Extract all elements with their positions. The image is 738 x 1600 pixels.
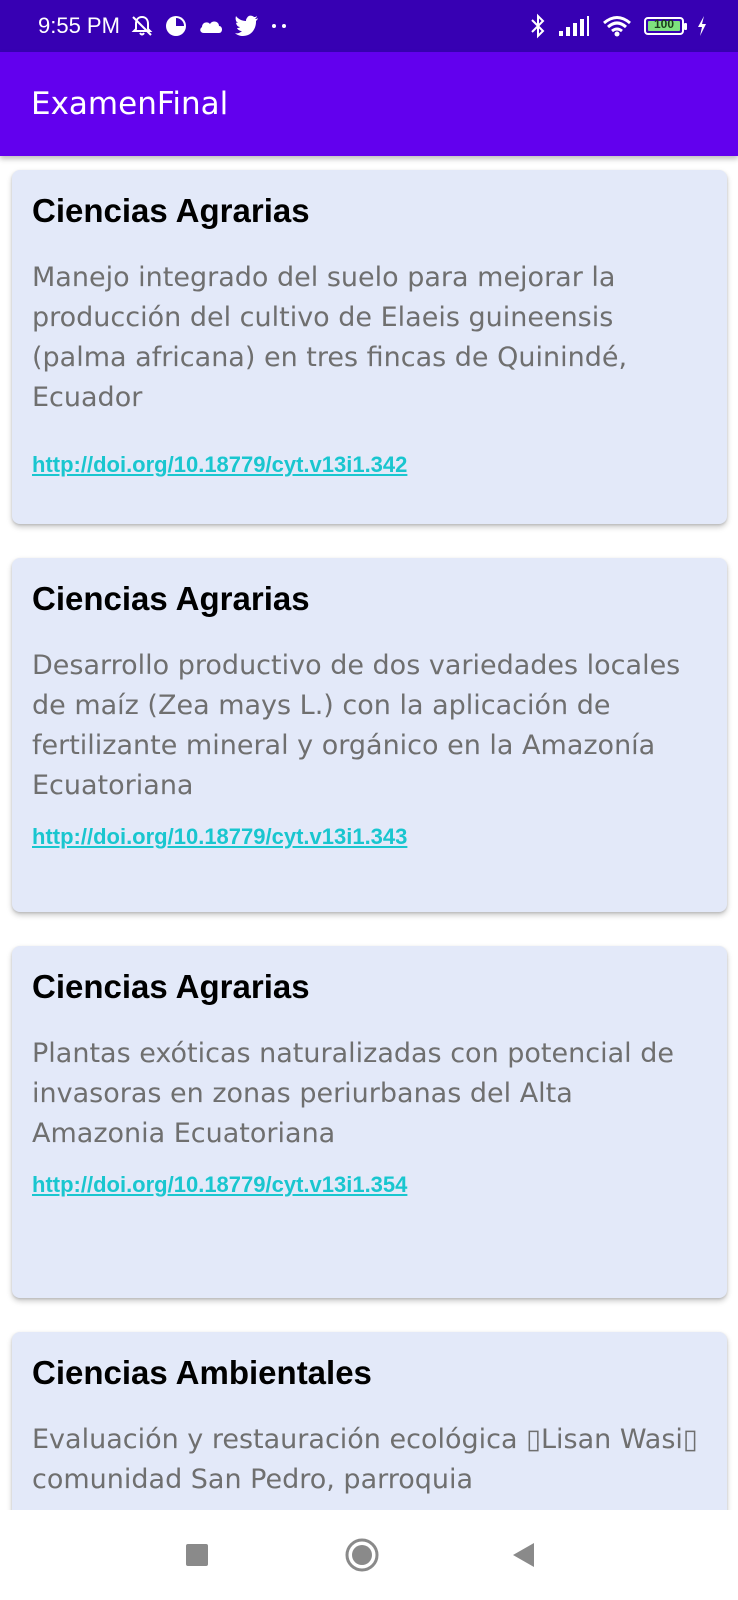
status-time: 9:55 PM — [38, 13, 120, 38]
article-card[interactable]: Ciencias Agrarias Manejo integrado del s… — [12, 170, 727, 524]
cloud-icon — [198, 16, 224, 36]
card-title: Plantas exóticas naturalizadas con poten… — [32, 1038, 674, 1149]
navigation-bar — [0, 1510, 738, 1600]
article-card[interactable]: Ciencias Ambientales Evaluación y restau… — [12, 1332, 727, 1510]
recents-button[interactable] — [152, 1510, 242, 1600]
card-category: Ciencias Agrarias — [32, 968, 310, 1005]
card-category: Ciencias Agrarias — [32, 192, 310, 229]
app-bar: ExamenFinal — [0, 52, 738, 156]
charging-bolt-icon — [696, 15, 708, 37]
status-right: 100 — [530, 0, 708, 52]
battery-level: 100 — [653, 17, 675, 31]
battery-icon: 100 — [644, 17, 687, 35]
more-dots-icon — [270, 21, 290, 31]
card-title: Manejo integrado del suelo para mejorar … — [32, 262, 628, 413]
card-category: Ciencias Agrarias — [32, 580, 310, 617]
signal-icon — [558, 15, 590, 37]
home-circle-icon — [345, 1538, 379, 1572]
card-doi-link[interactable]: http://doi.org/10.18779/cyt.v13i1.343 — [32, 824, 407, 850]
article-card[interactable]: Ciencias Agrarias Desarrollo productivo … — [12, 558, 727, 912]
home-button[interactable] — [317, 1510, 407, 1600]
circle-half-icon — [164, 14, 188, 38]
bell-muted-icon — [130, 14, 154, 38]
wifi-icon — [602, 15, 632, 37]
app-title: ExamenFinal — [31, 86, 229, 122]
article-list[interactable]: Ciencias Agrarias Manejo integrado del s… — [0, 156, 738, 1510]
status-left: 9:55 PM — [38, 0, 290, 52]
card-title: Evaluación y restauración ecológica ▯Lis… — [32, 1424, 698, 1495]
card-doi-link[interactable]: http://doi.org/10.18779/cyt.v13i1.342 — [32, 452, 407, 478]
twitter-icon — [234, 15, 260, 37]
card-category: Ciencias Ambientales — [32, 1354, 372, 1391]
bluetooth-icon — [530, 13, 546, 39]
article-card[interactable]: Ciencias Agrarias Plantas exóticas natur… — [12, 946, 727, 1298]
recents-square-icon — [186, 1544, 208, 1566]
card-doi-link[interactable]: http://doi.org/10.18779/cyt.v13i1.354 — [32, 1172, 407, 1198]
card-title: Desarrollo productivo de dos variedades … — [32, 650, 681, 801]
back-triangle-icon — [513, 1543, 534, 1567]
back-button[interactable] — [478, 1510, 568, 1600]
status-bar: 9:55 PM 100 — [0, 0, 738, 52]
